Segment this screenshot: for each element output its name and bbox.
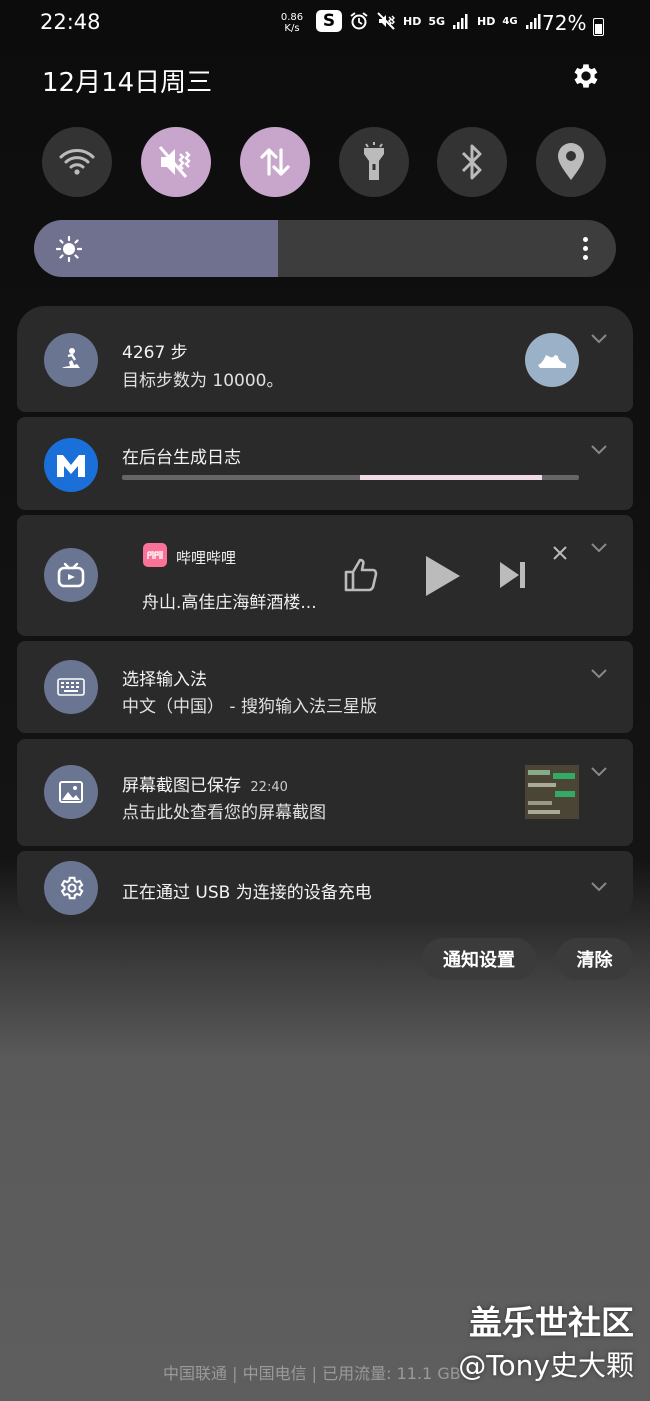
5g-label: 5G (428, 14, 446, 28)
m-logo-icon (57, 455, 85, 477)
network-speed-value: 0.86 (280, 12, 304, 23)
settings-gear-icon[interactable] (570, 60, 602, 92)
brightness-slider[interactable] (34, 220, 616, 277)
tv-icon (57, 562, 85, 588)
screenshot-title-row: 屏幕截图已保存 22:40 (122, 771, 288, 796)
m-app-icon (44, 438, 98, 492)
steps-notification[interactable]: 4267 步 目标步数为 10000。 (17, 306, 633, 412)
system-app-icon (44, 861, 98, 915)
ime-title: 选择输入法 (122, 670, 207, 690)
close-icon[interactable] (552, 545, 568, 561)
walking-person-icon (62, 348, 80, 368)
carrier-info: 中国联通 | 中国电信 | 已用流量: 11.1 GB (163, 1364, 461, 1383)
expand-chevron-icon[interactable] (591, 445, 607, 455)
sound-toggle[interactable] (141, 127, 211, 197)
flashlight-icon (364, 142, 384, 180)
screenshot-title: 屏幕截图已保存 (122, 776, 241, 796)
battery-fill (595, 24, 602, 34)
data-arrows-icon (260, 148, 290, 176)
mobile-data-toggle[interactable] (240, 127, 310, 197)
bluetooth-toggle[interactable] (437, 127, 507, 197)
log-notification[interactable]: 在后台生成日志 (17, 417, 633, 510)
skip-next-icon[interactable] (498, 560, 528, 590)
image-icon (59, 781, 83, 803)
media-track-title: 舟山.高佳庄海鲜酒楼... (142, 593, 317, 613)
hd-label: HD (403, 14, 422, 28)
play-icon[interactable] (422, 554, 462, 598)
battery-icon (593, 18, 604, 36)
status-time: 22:48 (40, 10, 101, 34)
steps-subtitle: 目标步数为 10000。 (122, 371, 284, 391)
location-toggle[interactable] (536, 127, 606, 197)
media-app-name: 哔哩哔哩 (176, 549, 237, 567)
bluetooth-icon (461, 144, 482, 180)
brightness-sun-icon (56, 236, 82, 262)
expand-chevron-icon[interactable] (591, 334, 607, 344)
flashlight-toggle[interactable] (339, 127, 409, 197)
signal-icon-2 (525, 14, 541, 29)
4g-label: 4G (502, 15, 518, 27)
steps-app-icon (44, 333, 98, 387)
settings-gear-icon (60, 876, 84, 900)
alarm-icon (350, 12, 368, 30)
ime-subtitle: 中文（中国） - 搜狗输入法三星版 (122, 697, 377, 717)
screenshot-thumbnail[interactable] (525, 765, 579, 819)
expand-chevron-icon[interactable] (591, 767, 607, 777)
keyboard-icon (57, 678, 85, 696)
expand-chevron-icon[interactable] (591, 543, 607, 553)
log-progress-bar (122, 475, 579, 480)
bilibili-logo-icon (147, 551, 163, 559)
battery-percent: 72% (542, 11, 587, 35)
usb-notification[interactable]: 正在通过 USB 为连接的设备充电 (17, 851, 633, 923)
clear-button[interactable]: 清除 (556, 938, 633, 980)
mute-vibrate-icon (158, 146, 191, 178)
hd-label-2: HD (477, 14, 496, 28)
screenshot-subtitle: 点击此处查看您的屏幕截图 (122, 803, 326, 823)
network-speed: 0.86 K/s (279, 12, 305, 34)
wifi-icon (59, 149, 95, 175)
status-bar: 22:48 0.86 K/s S HD 5G HD 4G 72% (0, 8, 650, 36)
log-title: 在后台生成日志 (122, 448, 241, 468)
screenshot-time: 22:40 (250, 780, 288, 795)
location-pin-icon (558, 143, 584, 180)
bilibili-app-icon (44, 548, 98, 602)
sogou-icon: S (316, 10, 342, 32)
expand-chevron-icon[interactable] (591, 669, 607, 679)
log-progress-fill (359, 475, 543, 480)
like-thumb-icon[interactable] (342, 556, 380, 594)
brightness-more-icon[interactable] (582, 237, 588, 261)
screenshot-notification[interactable]: 屏幕截图已保存 22:40 点击此处查看您的屏幕截图 (17, 739, 633, 846)
network-speed-unit: K/s (284, 23, 300, 34)
status-icons: S HD 5G HD 4G (316, 10, 543, 32)
ime-notification[interactable]: 选择输入法 中文（中国） - 搜狗输入法三星版 (17, 641, 633, 733)
expand-chevron-icon[interactable] (591, 882, 607, 892)
watermark-title: 盖乐世社区 (469, 1303, 634, 1342)
shoe-button[interactable] (525, 333, 579, 387)
date-label: 12月14日周三 (42, 68, 213, 98)
mute-vibrate-icon (377, 12, 395, 30)
steps-title: 4267 步 (122, 343, 188, 363)
usb-title: 正在通过 USB 为连接的设备充电 (122, 883, 372, 903)
gallery-app-icon (44, 765, 98, 819)
signal-icon (453, 14, 468, 29)
keyboard-app-icon (44, 660, 98, 714)
watermark-author: @Tony史大颗 (458, 1349, 634, 1382)
shoe-icon (538, 355, 566, 368)
bilibili-small-icon (143, 543, 167, 567)
wifi-toggle[interactable] (42, 127, 112, 197)
notification-settings-button[interactable]: 通知设置 (422, 938, 536, 980)
media-notification[interactable]: 哔哩哔哩 舟山.高佳庄海鲜酒楼... (17, 515, 633, 636)
